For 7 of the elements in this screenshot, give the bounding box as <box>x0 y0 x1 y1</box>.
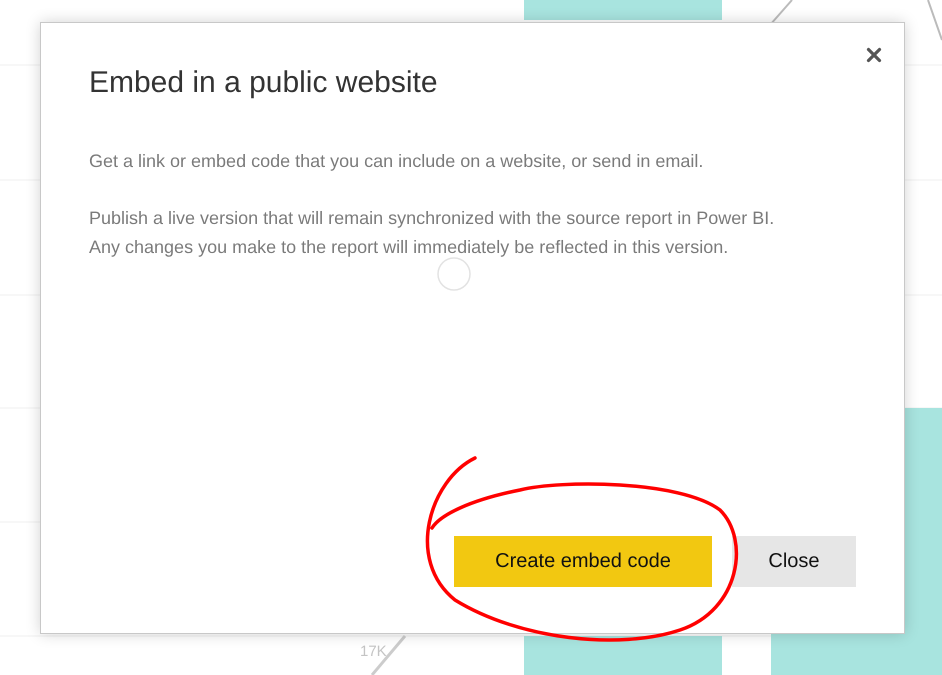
dialog-title: Embed in a public website <box>89 65 438 101</box>
axis-label: 17K <box>360 643 387 660</box>
close-button[interactable]: Close <box>732 536 856 587</box>
description-text: Get a link or embed code that you can include on a website, or send in email. <box>89 150 704 173</box>
chart-line <box>927 0 942 40</box>
description-text: Publish a live version that will remain synchronized with the source report in Power BI. Any changes you make to the report will immediately be reflected in this version. <box>89 207 776 259</box>
create-embed-code-button[interactable]: Create embed code <box>454 536 712 587</box>
